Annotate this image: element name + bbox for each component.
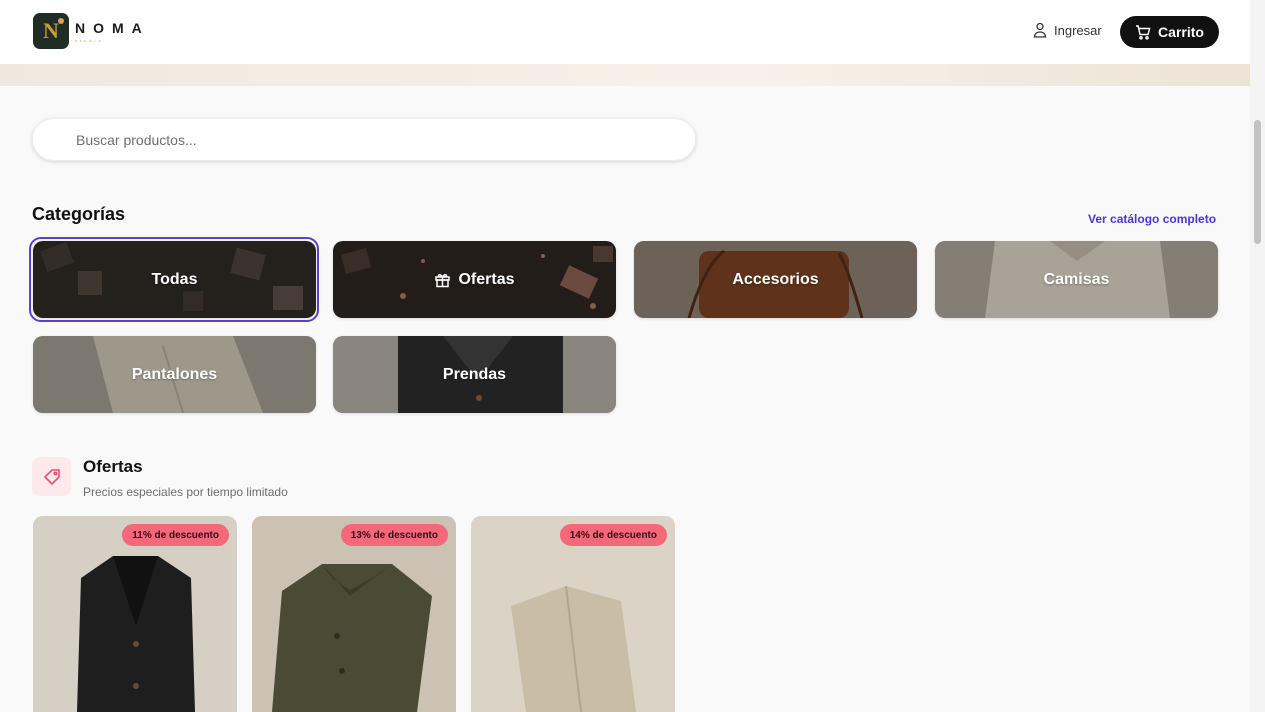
category-card-ofertas[interactable]: Ofertas <box>333 241 616 318</box>
category-card-camisas[interactable]: Camisas <box>935 241 1218 318</box>
category-label: Camisas <box>1043 270 1110 288</box>
offers-subtitle: Precios especiales por tiempo limitado <box>83 485 288 499</box>
login-label: Ingresar <box>1054 22 1102 38</box>
offers-title: Ofertas <box>83 457 143 476</box>
discount-badge: 14% de descuento <box>559 524 667 546</box>
categories-title: Categorías <box>32 204 126 224</box>
cart-icon <box>1136 24 1151 40</box>
hero-banner-edge <box>0 64 1250 86</box>
discount-badge: 11% de descuento <box>122 524 229 546</box>
offers-section-icon-box <box>32 457 71 496</box>
full-catalog-link[interactable]: Ver catálogo completo <box>1088 212 1216 226</box>
logo-mark: N <box>33 13 69 49</box>
brand-subtitle: studio <box>75 37 104 43</box>
category-label: Todas <box>151 270 198 288</box>
product-card[interactable]: 13% de descuento <box>252 516 456 712</box>
product-card[interactable]: 14% de descuento <box>471 516 675 712</box>
category-card-accesorios[interactable]: Accesorios <box>634 241 917 318</box>
brand-name: NOMA <box>75 19 150 36</box>
category-label: Accesorios <box>732 270 819 288</box>
scrollbar-track[interactable] <box>1250 0 1265 712</box>
gift-icon <box>435 273 451 288</box>
user-icon <box>1033 22 1047 38</box>
category-label: Pantalones <box>131 365 218 383</box>
cart-button[interactable]: Carrito <box>1120 16 1219 48</box>
top-header: N NOMA studio Ingresar Carrito <box>0 0 1250 64</box>
category-card-prendas[interactable]: Prendas <box>333 336 616 413</box>
search-input[interactable] <box>32 118 696 161</box>
cart-label: Carrito <box>1158 24 1204 40</box>
category-card-pantalones[interactable]: Pantalones <box>33 336 316 413</box>
category-label: Prendas <box>442 365 507 383</box>
login-link[interactable]: Ingresar <box>1033 22 1102 38</box>
category-label: Ofertas <box>458 270 515 288</box>
brand-logo[interactable]: N NOMA studio <box>33 13 150 49</box>
category-card-todas[interactable]: Todas <box>33 241 316 318</box>
discount-badge: 13% de descuento <box>340 524 448 546</box>
tag-icon <box>43 468 60 485</box>
scrollbar-thumb[interactable] <box>1254 120 1261 244</box>
product-card[interactable]: 11% de descuento <box>33 516 237 712</box>
